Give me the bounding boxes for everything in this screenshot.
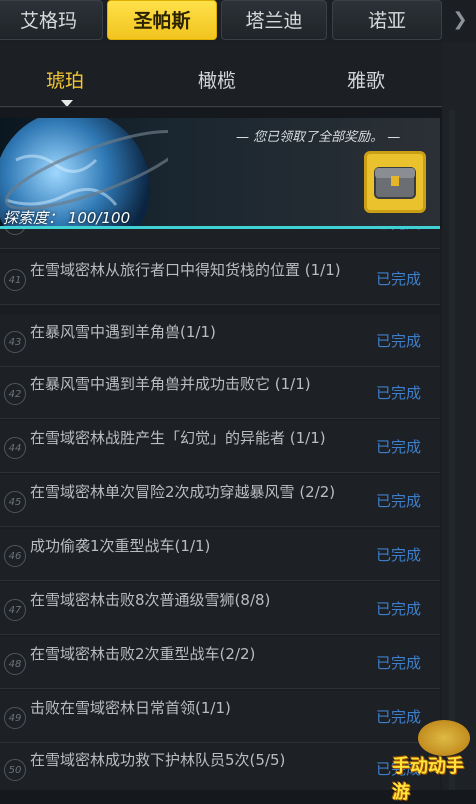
quest-description: 在暴风雪中遇到羊角兽(1/1) [30,323,216,341]
quest-list: 40打击雪域密林15次走私者(15/15)已完成 41在雪域密林从旅行者口中得知货… [0,229,442,790]
quest-status: 已完成 [376,654,422,672]
quest-number-badge: 41 [4,269,26,291]
quest-status: 已完成 [376,270,422,288]
quest-number-badge: 44 [4,437,26,459]
list-item[interactable]: 44 在雪域密林战胜产生「幻觉」的异能者 (1/1) 已完成 [0,421,440,473]
list-item[interactable]: 41 在雪域密林从旅行者口中得知货栈的位置 (1/1) 已完成 [0,253,440,305]
sub-tab-bar: 琥珀 橄榄 雅歌 [0,42,442,108]
quest-description: 在雪域密林单次冒险2次成功穿越暴风雪 (2/2) [30,483,336,501]
quest-description: 在雪域密林击败2次重型战车(2/2) [30,645,256,663]
quest-description: 在雪域密林从旅行者口中得知货栈的位置 (1/1) [30,261,341,279]
list-item[interactable]: 43 在暴风雪中遇到羊角兽(1/1) 已完成 [0,315,440,367]
quest-number-badge: 46 [4,545,26,567]
list-item[interactable]: 42 在暴风雪中遇到羊角兽并成功击败它 (1/1) 已完成 [0,367,440,419]
quest-status: 已完成 [376,384,422,402]
watermark: 手动动手游 [392,756,464,803]
list-item[interactable]: 45 在雪域密林单次冒险2次成功穿越暴风雪 (2/2) 已完成 [0,475,440,527]
scrollbar[interactable] [449,110,455,790]
watermark-logo [418,720,470,756]
tab-sub-1[interactable]: 橄榄 [198,66,236,93]
divider [0,106,442,107]
quest-description: 在雪域密林击败8次普通级雪狮(8/8) [30,591,271,609]
quest-status: 已完成 [376,708,422,726]
explore-progress-text: 探索度： 100/100 [3,207,130,228]
explore-label: 探索度： [3,209,64,227]
reward-message: — 您已领取了全部奖励。 — [236,130,401,145]
quest-description: 成功偷袭1次重型战车(1/1) [30,537,211,555]
list-item[interactable]: 47 在雪域密林击败8次普通级雪狮(8/8) 已完成 [0,583,440,635]
tab-region-1[interactable]: 圣帕斯 [107,0,217,40]
list-item[interactable]: 49 击败在雪域密林日常首领(1/1) 已完成 [0,691,440,743]
quest-number-badge: 50 [4,759,26,781]
region-tab-bar: 艾格玛 圣帕斯 塔兰迪 诺亚 ❯ [0,0,476,42]
tab-sub-0[interactable]: 琥珀 [46,66,84,93]
quest-description: 在雪域密林成功救下护林队员5次(5/5) [30,751,286,769]
quest-number-badge: 40 [4,229,26,235]
tab-sub-2[interactable]: 雅歌 [347,66,385,93]
list-item[interactable]: 46 成功偷袭1次重型战车(1/1) 已完成 [0,529,440,581]
side-panel-edge [442,42,476,790]
quest-status: 已完成 [376,600,422,618]
exploration-banner: — 您已领取了全部奖励。 — 探索度： 100/100 [0,118,440,230]
quest-number-badge: 47 [4,599,26,621]
quest-status: 已完成 [376,229,421,233]
tab-region-3[interactable]: 诺亚 [332,0,442,40]
quest-number-badge: 42 [4,383,26,405]
list-item[interactable]: 40打击雪域密林15次走私者(15/15)已完成 [0,229,440,249]
quest-number-badge: 43 [4,331,26,353]
tab-region-0[interactable]: 艾格玛 [0,0,103,40]
reward-chest-icon[interactable] [364,151,426,213]
explore-value: 100/100 [67,209,131,227]
quest-status: 已完成 [376,438,422,456]
quest-number-badge: 45 [4,491,26,513]
quest-description: 击败在雪域密林日常首领(1/1) [30,699,231,717]
chevron-right-icon[interactable]: ❯ [447,3,473,37]
tab-region-2[interactable]: 塔兰迪 [221,0,327,40]
quest-status: 已完成 [376,546,422,564]
list-item[interactable]: 50 在雪域密林成功救下护林队员5次(5/5) 已完成 [0,743,440,790]
quest-number-badge: 49 [4,707,26,729]
list-item[interactable]: 48 在雪域密林击败2次重型战车(2/2) 已完成 [0,637,440,689]
quest-status: 已完成 [376,492,422,510]
quest-description: 在雪域密林战胜产生「幻觉」的异能者 (1/1) [30,429,326,447]
quest-number-badge: 48 [4,653,26,675]
quest-status: 已完成 [376,332,422,350]
quest-description: 在暴风雪中遇到羊角兽并成功击败它 (1/1) [30,375,311,393]
